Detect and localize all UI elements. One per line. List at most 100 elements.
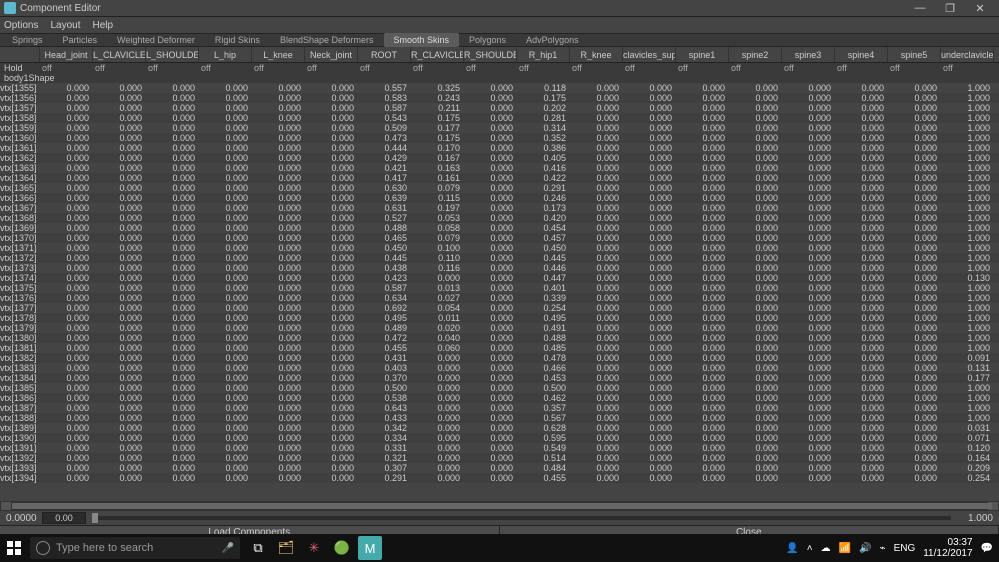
weight-cell[interactable]: 0.000 xyxy=(888,473,941,483)
weight-cell[interactable]: 0.484 xyxy=(517,463,570,473)
search-box[interactable]: Type here to search 🎤 xyxy=(30,537,240,559)
weight-cell[interactable]: 0.000 xyxy=(464,453,517,463)
weight-cell[interactable]: 0.000 xyxy=(305,273,358,283)
col-header[interactable] xyxy=(0,47,40,62)
weight-cell[interactable]: 0.485 xyxy=(517,343,570,353)
weight-cell[interactable]: 0.433 xyxy=(358,413,411,423)
weight-cell[interactable]: 0.000 xyxy=(888,263,941,273)
weight-cell[interactable]: 0.000 xyxy=(411,443,464,453)
weight-cell[interactable]: 0.058 xyxy=(411,223,464,233)
weight-cell[interactable]: 0.000 xyxy=(676,213,729,223)
weight-cell[interactable]: 0.000 xyxy=(464,313,517,323)
weight-cell[interactable]: 0.455 xyxy=(517,473,570,483)
weight-cell[interactable]: 0.000 xyxy=(40,343,93,353)
weight-cell[interactable]: 1.000 xyxy=(941,303,994,313)
weight-cell[interactable]: 0.000 xyxy=(146,343,199,353)
weight-cell[interactable]: 0.000 xyxy=(93,473,146,483)
weight-cell[interactable]: 0.000 xyxy=(888,153,941,163)
weight-cell[interactable]: 0.000 xyxy=(464,113,517,123)
weight-cell[interactable]: 0.000 xyxy=(40,263,93,273)
weight-cell[interactable]: 0.000 xyxy=(888,83,941,93)
weight-cell[interactable]: 0.000 xyxy=(888,453,941,463)
weight-cell[interactable]: 0.447 xyxy=(517,273,570,283)
weight-cell[interactable]: 0.000 xyxy=(782,183,835,193)
weight-cell[interactable]: 0.000 xyxy=(464,273,517,283)
weight-cell[interactable]: 0.000 xyxy=(888,413,941,423)
weight-cell[interactable]: 1.000 xyxy=(941,233,994,243)
weight-cell[interactable]: 0.000 xyxy=(623,433,676,443)
weight-cell[interactable]: 0.000 xyxy=(729,193,782,203)
weight-cell[interactable]: 0.000 xyxy=(93,193,146,203)
weight-cell[interactable]: 0.000 xyxy=(676,93,729,103)
hold-toggle[interactable]: off xyxy=(93,63,146,73)
weight-cell[interactable]: 0.000 xyxy=(411,403,464,413)
weight-cell[interactable]: 0.000 xyxy=(40,143,93,153)
weight-cell[interactable]: 0.000 xyxy=(570,313,623,323)
weight-cell[interactable]: 0.000 xyxy=(146,373,199,383)
weight-cell[interactable]: 0.000 xyxy=(570,473,623,483)
weight-cell[interactable]: 0.000 xyxy=(888,113,941,123)
weight-cell[interactable]: 0.000 xyxy=(676,463,729,473)
weight-cell[interactable]: 0.000 xyxy=(623,83,676,93)
weight-cell[interactable]: 0.000 xyxy=(146,253,199,263)
table-row[interactable]: vtx[1377]0.0000.0000.0000.0000.0000.0000… xyxy=(0,303,999,313)
weight-cell[interactable]: 0.000 xyxy=(676,103,729,113)
weight-cell[interactable]: 0.000 xyxy=(570,213,623,223)
weight-cell[interactable]: 0.000 xyxy=(623,283,676,293)
weight-cell[interactable]: 0.000 xyxy=(676,233,729,243)
col-header[interactable]: Neck_joint xyxy=(305,47,358,62)
weight-cell[interactable]: 0.450 xyxy=(517,243,570,253)
weight-cell[interactable]: 0.000 xyxy=(464,473,517,483)
weight-cell[interactable]: 0.000 xyxy=(570,453,623,463)
weight-cell[interactable]: 0.000 xyxy=(729,233,782,243)
weight-cell[interactable]: 0.000 xyxy=(199,163,252,173)
weight-cell[interactable]: 0.177 xyxy=(411,123,464,133)
weight-cell[interactable]: 0.000 xyxy=(40,223,93,233)
weight-cell[interactable]: 0.000 xyxy=(835,113,888,123)
weight-cell[interactable]: 0.000 xyxy=(305,103,358,113)
weight-cell[interactable]: 0.000 xyxy=(782,463,835,473)
weight-cell[interactable]: 0.000 xyxy=(146,473,199,483)
hold-toggle[interactable]: off xyxy=(676,63,729,73)
maya-icon[interactable]: M xyxy=(358,536,382,560)
weight-cell[interactable]: 0.000 xyxy=(252,313,305,323)
weight-cell[interactable]: 0.254 xyxy=(517,303,570,313)
weight-cell[interactable]: 0.000 xyxy=(570,153,623,163)
weight-cell[interactable]: 0.000 xyxy=(252,403,305,413)
table-row[interactable]: vtx[1369]0.0000.0000.0000.0000.0000.0000… xyxy=(0,223,999,233)
hold-toggle[interactable]: off xyxy=(570,63,623,73)
weight-cell[interactable]: 0.000 xyxy=(676,293,729,303)
weight-cell[interactable]: 0.000 xyxy=(146,123,199,133)
table-row[interactable]: vtx[1387]0.0000.0000.0000.0000.0000.0000… xyxy=(0,403,999,413)
weight-cell[interactable]: 0.170 xyxy=(411,143,464,153)
weight-cell[interactable]: 1.000 xyxy=(941,383,994,393)
tab-blendshape-deformers[interactable]: BlendShape Deformers xyxy=(270,33,384,47)
weight-cell[interactable]: 0.000 xyxy=(40,333,93,343)
weight-cell[interactable]: 0.416 xyxy=(517,163,570,173)
weight-cell[interactable]: 0.000 xyxy=(199,193,252,203)
weight-cell[interactable]: 0.000 xyxy=(676,133,729,143)
weight-cell[interactable]: 0.000 xyxy=(676,123,729,133)
tab-springs[interactable]: Springs xyxy=(2,33,53,47)
weight-cell[interactable]: 0.000 xyxy=(252,463,305,473)
tray-chevron-icon[interactable]: ˄ xyxy=(807,543,813,554)
weight-cell[interactable]: 0.000 xyxy=(729,443,782,453)
weight-cell[interactable]: 0.000 xyxy=(729,153,782,163)
col-header[interactable]: L_hip xyxy=(199,47,252,62)
weight-cell[interactable]: 0.000 xyxy=(835,413,888,423)
weight-cell[interactable]: 0.000 xyxy=(888,193,941,203)
weight-cell[interactable]: 0.000 xyxy=(305,113,358,123)
weight-cell[interactable]: 0.000 xyxy=(146,453,199,463)
weight-cell[interactable]: 0.000 xyxy=(623,203,676,213)
weight-cell[interactable]: 0.000 xyxy=(146,403,199,413)
weight-cell[interactable]: 0.000 xyxy=(676,373,729,383)
weight-cell[interactable]: 0.000 xyxy=(411,353,464,363)
weight-cell[interactable]: 0.000 xyxy=(676,343,729,353)
weight-cell[interactable]: 0.000 xyxy=(888,183,941,193)
weight-cell[interactable]: 0.000 xyxy=(782,393,835,403)
weight-cell[interactable]: 0.000 xyxy=(146,193,199,203)
weight-cell[interactable]: 0.000 xyxy=(93,333,146,343)
weight-cell[interactable]: 0.000 xyxy=(146,83,199,93)
weight-cell[interactable]: 0.000 xyxy=(40,403,93,413)
weight-cell[interactable]: 0.000 xyxy=(199,343,252,353)
